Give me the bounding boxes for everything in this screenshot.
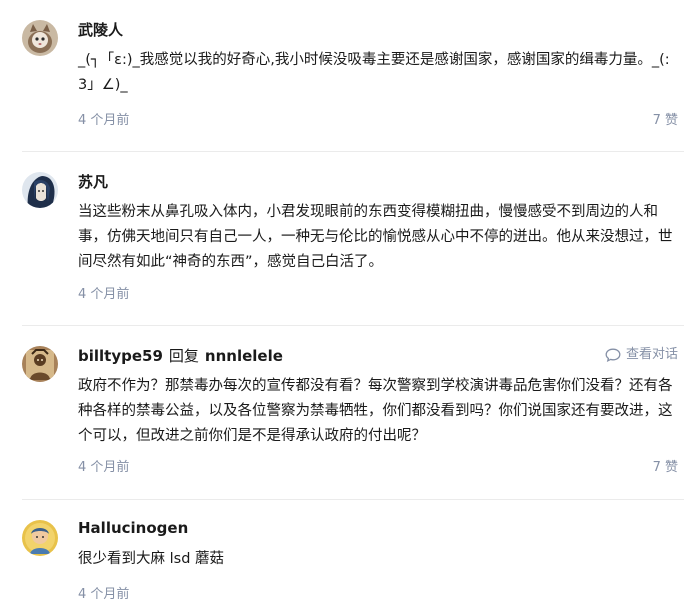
author-line: Hallucinogen — [78, 518, 674, 538]
author-line: billtype59 回复 nnnlelele — [78, 346, 674, 366]
like-button[interactable]: 7 赞 — [653, 112, 678, 130]
timestamp: 4 个月前 — [78, 113, 130, 128]
avatar[interactable] — [22, 520, 58, 556]
view-conversation-label: 查看对话 — [625, 347, 678, 362]
view-conversation-button[interactable]: 查看对话 — [605, 346, 678, 364]
author-line: 苏凡 — [78, 172, 674, 192]
timestamp: 4 个月前 — [78, 587, 130, 602]
author-name[interactable]: 苏凡 — [78, 173, 108, 191]
author-name[interactable]: billtype59 — [78, 347, 163, 365]
avatar[interactable] — [22, 346, 58, 382]
timestamp: 4 个月前 — [78, 287, 130, 302]
comment-content: 当这些粉末从鼻孔吸入体内，小君发现眼前的东西变得模糊扭曲，慢慢感受不到周边的人和… — [78, 204, 673, 270]
author-name[interactable]: 武陵人 — [78, 21, 123, 39]
comment-item: 苏凡 当这些粉末从鼻孔吸入体内，小君发现眼前的东西变得模糊扭曲，慢慢感受不到周边… — [0, 152, 684, 326]
comment-item: Hallucinogen 很少看到大麻 lsd 蘑菇 4 个月前 — [0, 500, 684, 610]
comment-content: 很少看到大麻 lsd 蘑菇 — [78, 551, 225, 567]
chat-bubble-icon — [605, 348, 621, 362]
comment-content: 政府不作为？那禁毒办每次的宣传都没有看？每次警察到学校演讲毒品危害你们没看？还有… — [78, 378, 673, 444]
comment-item: 武陵人 _(┐「ε:)_我感觉以我的好奇心,我小时候没吸毒主要还是感谢国家，感谢… — [0, 0, 684, 152]
avatar[interactable] — [22, 172, 58, 208]
comment-item: billtype59 回复 nnnlelele 查看对话 政府不作为？那禁毒办每次的… — [0, 326, 684, 500]
timestamp: 4 个月前 — [78, 460, 130, 475]
author-name[interactable]: Hallucinogen — [78, 519, 188, 537]
reply-to-name[interactable]: nnnlelele — [205, 347, 283, 365]
author-line: 武陵人 — [78, 20, 674, 40]
like-button[interactable]: 7 赞 — [653, 459, 678, 477]
reply-label: 回复 — [168, 347, 199, 365]
avatar[interactable] — [22, 20, 58, 56]
comment-content: _(┐「ε:)_我感觉以我的好奇心,我小时候没吸毒主要还是感谢国家，感谢国家的缉… — [78, 52, 670, 93]
